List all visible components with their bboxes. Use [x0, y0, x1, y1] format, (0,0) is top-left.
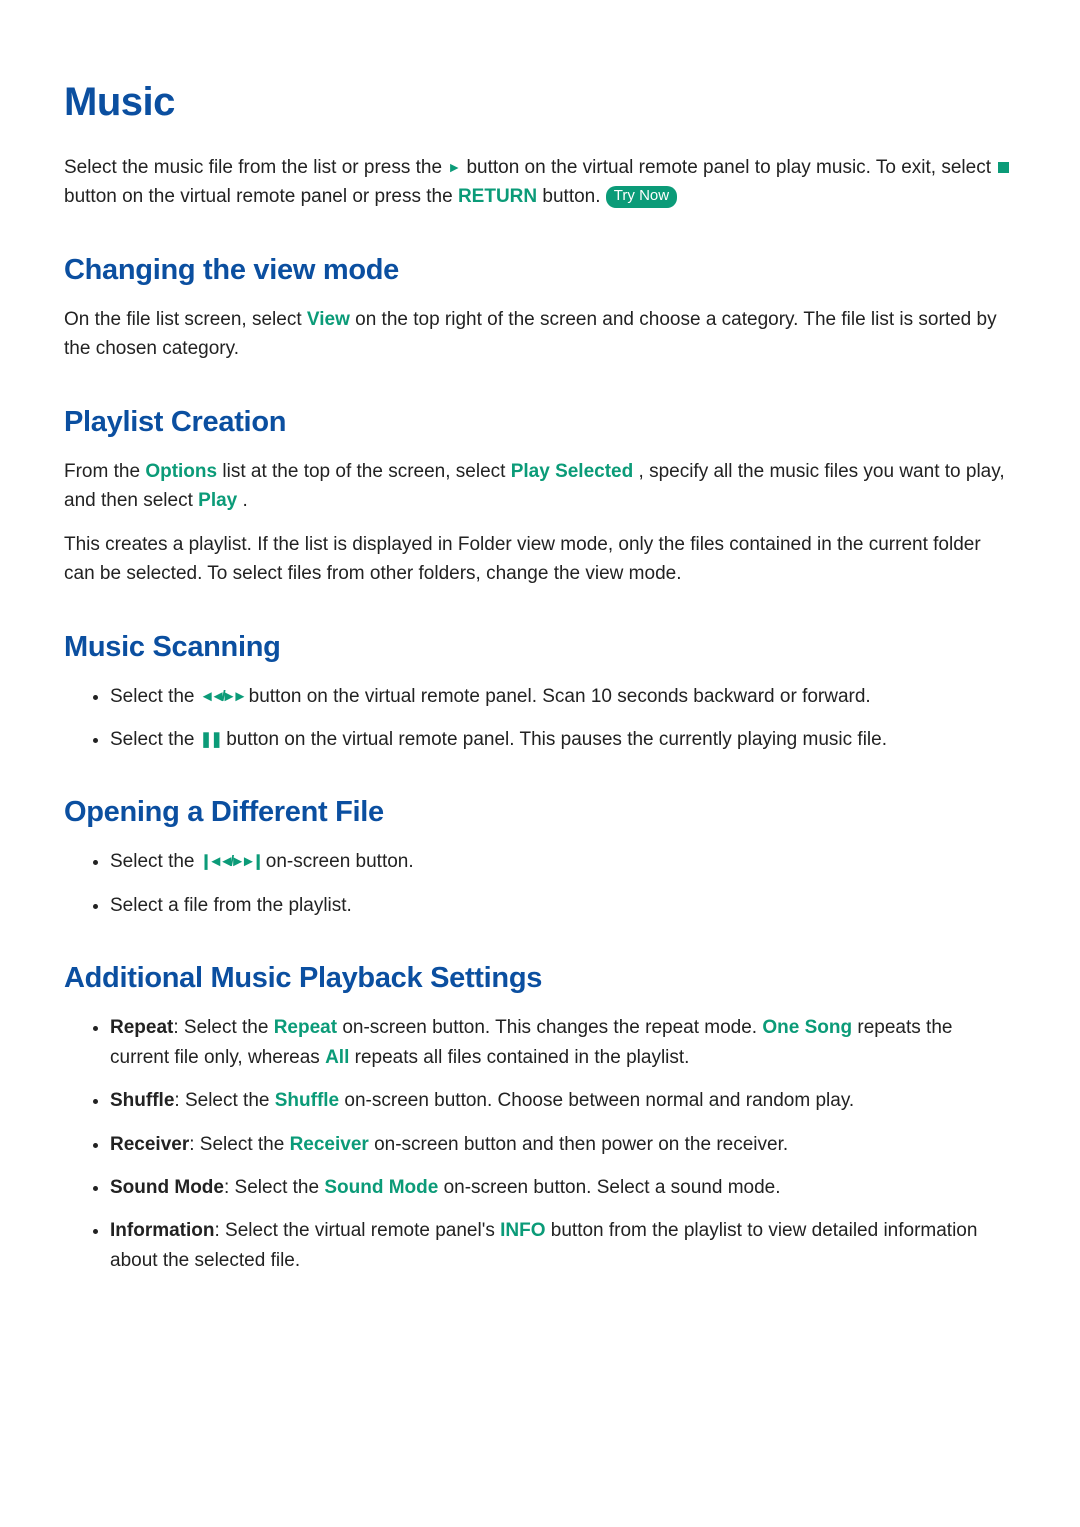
- information-label: Information: [110, 1220, 215, 1241]
- list-item: Select a file from the playlist.: [110, 891, 1016, 920]
- repeat-t2: on-screen button. This changes the repea…: [337, 1017, 762, 1038]
- play-icon: ►: [447, 159, 461, 175]
- list-item: Shuffle: Select the Shuffle on-screen bu…: [110, 1086, 1016, 1115]
- shuffle-keyword: Shuffle: [275, 1090, 339, 1111]
- section-heading-playlist: Playlist Creation: [64, 406, 1016, 439]
- list-item: Select the ❙◄◄/►►❙ on-screen button.: [110, 847, 1016, 876]
- skip-text-a: Select the: [110, 851, 200, 872]
- intro-text-3: button on the virtual remote panel or pr…: [64, 186, 458, 207]
- rewind-forward-icon: ◄◄/►►: [200, 688, 244, 705]
- different-file-list: Select the ❙◄◄/►►❙ on-screen button. Sel…: [64, 847, 1016, 920]
- list-item: Information: Select the virtual remote p…: [110, 1216, 1016, 1275]
- one-song-keyword: One Song: [762, 1017, 852, 1038]
- playlist-text-b: list at the top of the screen, select: [222, 461, 510, 482]
- all-keyword: All: [325, 1047, 349, 1068]
- intro-text-4: button.: [542, 186, 605, 207]
- shuffle-t2: on-screen button. Choose between normal …: [339, 1090, 854, 1111]
- sound-t2: on-screen button. Select a sound mode.: [438, 1177, 780, 1198]
- view-mode-paragraph: On the file list screen, select View on …: [64, 305, 1016, 364]
- pause-text-a: Select the: [110, 729, 200, 750]
- playlist-text-d: .: [243, 490, 248, 511]
- intro-paragraph: Select the music file from the list or p…: [64, 153, 1016, 212]
- scan-text-b: button on the virtual remote panel. Scan…: [249, 686, 871, 707]
- page: Music Select the music file from the lis…: [0, 0, 1080, 1489]
- receiver-keyword: Receiver: [290, 1134, 369, 1155]
- sound-mode-label: Sound Mode: [110, 1177, 224, 1198]
- view-keyword: View: [307, 309, 350, 330]
- shuffle-label: Shuffle: [110, 1090, 174, 1111]
- skip-text-b: on-screen button.: [266, 851, 414, 872]
- sound-t1: : Select the: [224, 1177, 324, 1198]
- page-title: Music: [64, 80, 1016, 125]
- repeat-label: Repeat: [110, 1017, 173, 1038]
- shuffle-t1: : Select the: [174, 1090, 274, 1111]
- stop-icon: [998, 162, 1009, 173]
- section-heading-different-file: Opening a Different File: [64, 796, 1016, 829]
- scan-text-a: Select the: [110, 686, 200, 707]
- play-keyword: Play: [198, 490, 237, 511]
- playlist-paragraph-1: From the Options list at the top of the …: [64, 457, 1016, 516]
- repeat-keyword: Repeat: [274, 1017, 337, 1038]
- list-item: Sound Mode: Select the Sound Mode on-scr…: [110, 1173, 1016, 1202]
- try-now-badge[interactable]: Try Now: [606, 186, 677, 208]
- receiver-label: Receiver: [110, 1134, 189, 1155]
- list-item: Select the ❚❚ button on the virtual remo…: [110, 725, 1016, 754]
- repeat-t1: : Select the: [173, 1017, 273, 1038]
- info-t1: : Select the virtual remote panel's: [215, 1220, 501, 1241]
- return-keyword: RETURN: [458, 186, 537, 207]
- info-keyword: INFO: [500, 1220, 545, 1241]
- receiver-t2: on-screen button and then power on the r…: [369, 1134, 788, 1155]
- playlist-text-a: From the: [64, 461, 145, 482]
- intro-text-1: Select the music file from the list or p…: [64, 157, 447, 178]
- section-heading-additional: Additional Music Playback Settings: [64, 962, 1016, 995]
- section-heading-view-mode: Changing the view mode: [64, 254, 1016, 287]
- list-item: Repeat: Select the Repeat on-screen butt…: [110, 1013, 1016, 1072]
- list-item: Select the ◄◄/►► button on the virtual r…: [110, 682, 1016, 711]
- additional-list: Repeat: Select the Repeat on-screen butt…: [64, 1013, 1016, 1275]
- list-item: Receiver: Select the Receiver on-screen …: [110, 1130, 1016, 1159]
- sound-mode-keyword: Sound Mode: [324, 1177, 438, 1198]
- pause-icon: ❚❚: [200, 731, 221, 748]
- pause-text-b: button on the virtual remote panel. This…: [226, 729, 887, 750]
- intro-text-2: button on the virtual remote panel to pl…: [466, 157, 996, 178]
- skip-prev-next-icon: ❙◄◄/►►❙: [200, 853, 261, 870]
- repeat-t4: repeats all files contained in the playl…: [349, 1047, 689, 1068]
- receiver-t1: : Select the: [189, 1134, 289, 1155]
- view-text-a: On the file list screen, select: [64, 309, 307, 330]
- playlist-paragraph-2: This creates a playlist. If the list is …: [64, 530, 1016, 589]
- section-heading-scanning: Music Scanning: [64, 631, 1016, 664]
- options-keyword: Options: [145, 461, 217, 482]
- scanning-list: Select the ◄◄/►► button on the virtual r…: [64, 682, 1016, 755]
- play-selected-keyword: Play Selected: [511, 461, 634, 482]
